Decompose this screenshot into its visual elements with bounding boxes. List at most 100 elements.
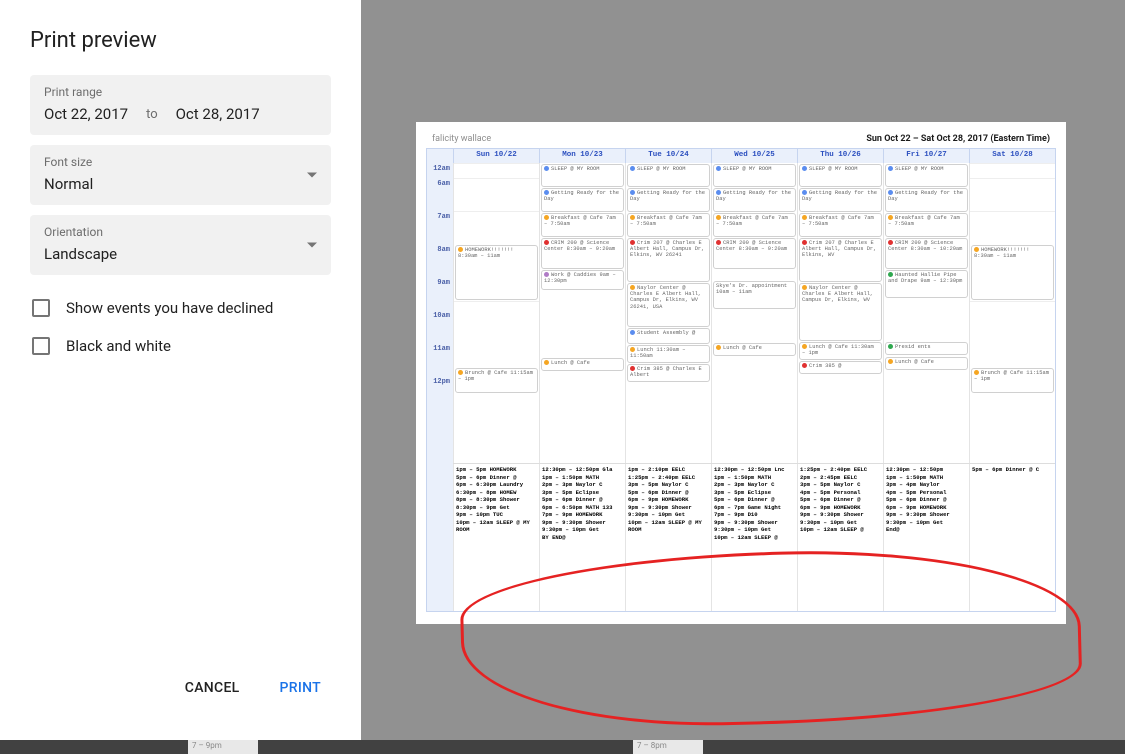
dot-icon [888, 359, 893, 364]
day-header: Wed 10/25 [711, 149, 797, 163]
orientation-value: Landscape [44, 245, 317, 263]
event: Crim 385 @ [799, 361, 882, 374]
print-range-to[interactable]: Oct 28, 2017 [176, 105, 260, 123]
day-header-row: Sun 10/22 Mon 10/23 Tue 10/24 Wed 10/25 … [453, 149, 1055, 163]
dot-icon [630, 240, 635, 245]
background-chip: 7 – 9pm [188, 740, 258, 754]
preview-area: falicity wallace Sun Oct 22 – Sat Oct 28… [361, 0, 1125, 740]
page-title: Print preview [30, 28, 331, 53]
hour-label: 9am [427, 277, 453, 310]
hour-label: 7am [427, 211, 453, 244]
print-range-label: Print range [44, 85, 317, 99]
event: Crim 385 @ Charles E Albert [627, 364, 710, 382]
checkbox-icon[interactable] [32, 299, 50, 317]
dot-icon [630, 215, 635, 220]
checkbox-icon[interactable] [32, 337, 50, 355]
event: Getting Ready for the Day [713, 188, 796, 212]
dot-icon [458, 370, 463, 375]
dot-icon [544, 360, 549, 365]
event: Brunch @ Cafe 11:15am – 1pm [971, 368, 1054, 393]
hour-label: 10am [427, 310, 453, 343]
dot-icon [888, 166, 893, 171]
event: Naylor Center @ Charles E Albert Hall, C… [627, 283, 710, 327]
event: SLEEP @ MY ROOM [799, 164, 882, 187]
print-range-field[interactable]: Print range Oct 22, 2017 to Oct 28, 2017 [30, 75, 331, 135]
day-column-wed: SLEEP @ MY ROOM Getting Ready for the Da… [711, 163, 797, 463]
day-header: Tue 10/24 [625, 149, 711, 163]
dot-icon [888, 240, 893, 245]
day-column-tue: SLEEP @ MY ROOM Getting Ready for the Da… [625, 163, 711, 463]
dot-icon [716, 345, 721, 350]
dot-icon [544, 166, 549, 171]
event: HOMEWORK!!!!!!! 8:30am – 11am [971, 245, 1054, 300]
event: Breakfast @ Cafe 7am – 7:50am [713, 213, 796, 237]
afternoon-mon: 12:30pm – 12:50pm Gla 1pm – 1:50pm MATH … [539, 464, 625, 611]
dot-icon [888, 190, 893, 195]
event: Haunted Hallie Pipe and Drape 9am – 12:3… [885, 270, 968, 298]
print-preview-panel: Print preview Print range Oct 22, 2017 t… [0, 0, 361, 740]
print-page: falicity wallace Sun Oct 22 – Sat Oct 28… [416, 122, 1066, 624]
event: Getting Ready for the Day [627, 188, 710, 212]
event: Lunch @ Cafe [541, 358, 624, 371]
font-size-label: Font size [44, 155, 317, 169]
hour-label: 12pm [427, 376, 453, 391]
event: Lunch @ Cafe [713, 343, 796, 356]
print-button[interactable]: PRINT [280, 680, 321, 696]
dot-icon [802, 344, 807, 349]
event: Brunch @ Cafe 11:15am – 1pm [455, 368, 538, 393]
font-size-field[interactable]: Font size Normal [30, 145, 331, 205]
dot-icon [716, 190, 721, 195]
black-white-row[interactable]: Black and white [30, 317, 331, 355]
event: Breakfast @ Cafe 7am – 7:50am [627, 213, 710, 237]
day-header: Fri 10/27 [883, 149, 969, 163]
show-declined-row[interactable]: Show events you have declined [30, 285, 331, 317]
event: Student Assembly @ [627, 328, 710, 344]
background-chip: 7 – 8pm [633, 740, 703, 754]
dot-icon [630, 366, 635, 371]
event: CRIM 200 @ Science Center 8:30am – 10:20… [885, 238, 968, 269]
font-size-value: Normal [44, 175, 317, 193]
event: Lunch @ Cafe [885, 357, 968, 370]
print-range-to-label: to [146, 107, 158, 123]
day-header: Mon 10/23 [539, 149, 625, 163]
chevron-down-icon [307, 243, 317, 248]
dot-icon [888, 344, 893, 349]
dot-icon [544, 272, 549, 277]
event: SLEEP @ MY ROOM [627, 164, 710, 187]
dot-icon [630, 330, 635, 335]
print-range-from[interactable]: Oct 22, 2017 [44, 105, 128, 123]
day-column-fri: SLEEP @ MY ROOM Getting Ready for the Da… [883, 163, 969, 463]
hour-label: 11am [427, 343, 453, 376]
afternoon-sun: 1pm – 5pm HOMEWORK 5pm – 6pm Dinner @ 6p… [453, 464, 539, 611]
dot-icon [630, 347, 635, 352]
dot-icon [630, 285, 635, 290]
event: Lunch 11:30am – 11:50am [627, 345, 710, 363]
dot-icon [458, 247, 463, 252]
dot-icon [544, 215, 549, 220]
afternoon-sat: 5pm – 6pm Dinner @ C [969, 464, 1055, 611]
dot-icon [544, 240, 549, 245]
event: Breakfast @ Cafe 7am – 7:50am [541, 213, 624, 237]
event: Work @ Caddies 9am – 12:30pm [541, 270, 624, 290]
day-column-thu: SLEEP @ MY ROOM Getting Ready for the Da… [797, 163, 883, 463]
event: CRIM 200 @ Science Center 8:30am – 9:20a… [541, 238, 624, 269]
event: Presid ents [885, 342, 968, 355]
dot-icon [802, 190, 807, 195]
dot-icon [974, 370, 979, 375]
event: Getting Ready for the Day [885, 188, 968, 212]
dot-icon [630, 166, 635, 171]
event: Getting Ready for the Day [541, 188, 624, 212]
hours-column: 12am 6am 7am 8am 9am 10am 11am 12pm [427, 149, 453, 611]
black-white-label: Black and white [66, 337, 171, 355]
dot-icon [716, 240, 721, 245]
calendar-owner: falicity wallace [432, 134, 491, 144]
hour-label: 8am [427, 244, 453, 277]
event: CRIM 200 @ Science Center 8:30am – 9:20a… [713, 238, 796, 269]
event: Lunch @ Cafe 11:30am – 1pm [799, 342, 882, 360]
orientation-field[interactable]: Orientation Landscape [30, 215, 331, 275]
cancel-button[interactable]: CANCEL [185, 680, 240, 696]
orientation-label: Orientation [44, 225, 317, 239]
dot-icon [974, 247, 979, 252]
event: Crim 207 @ Charles E Albert Hall, Campus… [799, 238, 882, 282]
afternoon-wed: 12:30pm – 12:50pm Lnc 1pm – 1:50pm MATH … [711, 464, 797, 611]
